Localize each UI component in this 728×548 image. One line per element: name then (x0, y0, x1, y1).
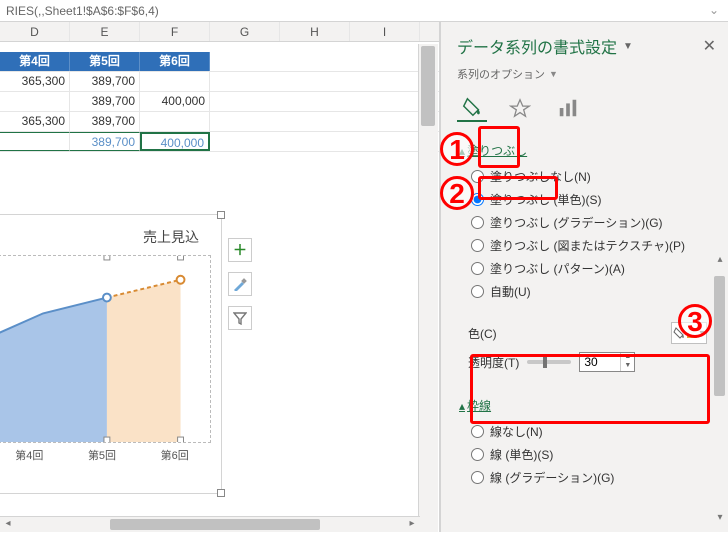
fill-option-pattern[interactable]: 塗りつぶし (パターン)(A) (471, 257, 718, 280)
formula-text: RIES(,,Sheet1!$A$6:$F$6,4) (6, 4, 159, 18)
spreadsheet-grid[interactable]: D E F G H I 第4回 第5回 第6回 365,300 389,700 … (0, 22, 440, 532)
chart-x-axis: 第4回 第5回 第6回 (0, 447, 211, 475)
pane-close-button[interactable]: ✕ (703, 36, 716, 56)
cell-active[interactable]: 400,000 (140, 132, 210, 151)
table-row-selected: 389,700 400,000 (0, 132, 439, 152)
scroll-down-arrow[interactable]: ▾ (714, 512, 726, 526)
fill-option-gradient[interactable]: 塗りつぶし (グラデーション)(G) (471, 211, 718, 234)
cell[interactable]: 400,000 (140, 92, 210, 111)
hdr-cell[interactable]: 第4回 (0, 52, 70, 71)
table-header-row: 第4回 第5回 第6回 (0, 52, 439, 72)
annotation-callout-2: 2 (440, 176, 474, 210)
tab-fill-line[interactable] (457, 94, 487, 122)
cell[interactable] (0, 92, 70, 111)
embedded-chart[interactable]: 売上見込 第4回 第5回 第6回 (0, 214, 222, 494)
transparency-slider[interactable] (527, 360, 571, 364)
pane-vertical-scrollbar[interactable]: ▴ ▾ (712, 252, 728, 528)
pane-category-tabs (441, 88, 728, 132)
annotation-callout-1: 1 (440, 132, 474, 166)
fill-option-auto[interactable]: 自動(U) (471, 280, 718, 303)
pane-dropdown-icon[interactable]: ▼ (623, 41, 633, 52)
chart-filter-button[interactable] (228, 306, 252, 330)
cell[interactable]: 365,300 (0, 112, 70, 131)
grid-horizontal-scrollbar[interactable]: ◂ ▸ (0, 516, 420, 532)
col-header[interactable]: F (140, 22, 210, 41)
column-headers: D E F G H I (0, 22, 439, 42)
col-header[interactable]: I (350, 22, 420, 41)
hdr-cell[interactable]: 第5回 (70, 52, 140, 71)
formula-bar[interactable]: RIES(,,Sheet1!$A$6:$F$6,4) ⌄ (0, 0, 728, 22)
section-fill-header[interactable]: ▴ 塗りつぶし (457, 138, 718, 165)
cell[interactable]: 389,700 (70, 132, 140, 151)
border-option-none[interactable]: 線なし(N) (471, 420, 718, 443)
spin-down[interactable]: ▼ (621, 362, 634, 371)
cell[interactable]: 389,700 (70, 72, 140, 91)
fill-option-none[interactable]: 塗りつぶしなし(N) (471, 165, 718, 188)
transparency-label: 透明度(T) (468, 354, 519, 371)
scroll-left-arrow[interactable]: ◂ (0, 517, 16, 532)
table-row: 365,300 389,700 (0, 72, 439, 92)
transparency-input[interactable] (580, 353, 620, 371)
x-label: 第6回 (138, 447, 211, 475)
table-row: 365,300 389,700 (0, 112, 439, 132)
cell[interactable] (140, 112, 210, 131)
fill-option-picture[interactable]: 塗りつぶし (図またはテクスチャ)(P) (471, 234, 718, 257)
border-option-gradient[interactable]: 線 (グラデーション)(G) (471, 466, 718, 489)
chart-add-element-button[interactable]: ＋ (228, 238, 252, 262)
x-label: 第4回 (0, 447, 66, 475)
cell[interactable] (140, 72, 210, 91)
col-header[interactable]: D (0, 22, 70, 41)
col-header[interactable]: G (210, 22, 280, 41)
pane-subtitle[interactable]: 系列のオプション▼ (441, 64, 728, 88)
transparency-spinner[interactable]: ▲▼ (579, 352, 635, 372)
pane-title: データ系列の書式設定▼ (441, 22, 728, 64)
tab-series-options[interactable] (553, 94, 583, 122)
scroll-up-arrow[interactable]: ▴ (714, 254, 726, 268)
fill-option-solid[interactable]: 塗りつぶし (単色)(S) (471, 188, 718, 211)
spin-up[interactable]: ▲ (621, 353, 634, 362)
cell[interactable]: 389,700 (70, 112, 140, 131)
format-pane: データ系列の書式設定▼ ✕ 系列のオプション▼ ▴ 塗りつぶし 塗りつぶしなし(… (440, 22, 728, 532)
grid-vertical-scrollbar[interactable] (418, 44, 438, 532)
cell[interactable]: 365,300 (0, 72, 70, 91)
annotation-callout-3: 3 (678, 304, 712, 338)
chart-plot-area[interactable] (0, 256, 210, 442)
chart-title: 売上見込 (0, 215, 221, 255)
col-header[interactable]: H (280, 22, 350, 41)
tab-effects[interactable] (505, 94, 535, 122)
scroll-right-arrow[interactable]: ▸ (404, 517, 420, 532)
cell[interactable] (0, 132, 70, 151)
x-label: 第5回 (66, 447, 139, 475)
chart-styles-button[interactable] (228, 272, 252, 296)
formula-expand-icon[interactable]: ⌄ (706, 3, 722, 19)
section-border-header[interactable]: ▴ 枠線 (457, 393, 718, 420)
border-option-solid[interactable]: 線 (単色)(S) (471, 443, 718, 466)
table-row: 389,700 400,000 (0, 92, 439, 112)
col-header[interactable]: E (70, 22, 140, 41)
color-label: 色(C) (468, 325, 497, 342)
hdr-cell[interactable]: 第6回 (140, 52, 210, 71)
cell[interactable]: 389,700 (70, 92, 140, 111)
